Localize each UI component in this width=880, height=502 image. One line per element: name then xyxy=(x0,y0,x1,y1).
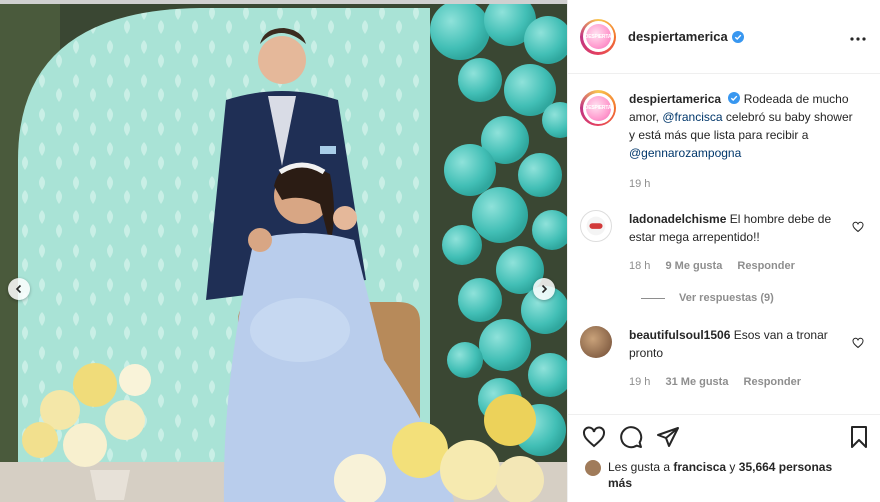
post-header: DESPIERTA despiertamerica xyxy=(568,0,880,74)
mention-gennarozampogna[interactable]: @gennarozampogna xyxy=(629,146,741,160)
avatar-image-icon xyxy=(586,216,606,236)
reply-button[interactable]: Responder xyxy=(737,260,794,272)
more-options-button[interactable] xyxy=(850,28,866,46)
previous-image-button[interactable] xyxy=(8,278,30,300)
comment-username[interactable]: beautifulsoul1506 xyxy=(629,328,730,342)
next-image-button[interactable] xyxy=(533,278,555,300)
chevron-left-icon xyxy=(15,284,22,294)
caption-text: despiertamerica Rodeada de mucho amor, @… xyxy=(629,90,861,162)
mention-francisca[interactable]: @francisca xyxy=(662,110,722,124)
post-side-panel: DESPIERTA despiertamerica DESPIERTA desp… xyxy=(567,0,880,502)
avatar-logo-text: DESPIERTA xyxy=(584,33,612,40)
comment-icon[interactable] xyxy=(619,425,643,449)
caption-username[interactable]: despiertamerica xyxy=(629,92,721,106)
account-username[interactable]: despiertamerica xyxy=(628,29,728,44)
comment-text: ladonadelchisme El hombre debe de estar … xyxy=(629,210,849,246)
heart-icon[interactable] xyxy=(852,337,864,349)
view-replies-button[interactable]: Ver respuestas (9) xyxy=(641,292,774,304)
post-actions-area: Les gusta a francisca y 35,664 personas … xyxy=(568,414,880,502)
commenter-avatar[interactable] xyxy=(580,210,612,242)
comment-likes[interactable]: 9 Me gusta xyxy=(665,260,722,272)
comment-text: beautifulsoul1506 Esos van a tronar pron… xyxy=(629,326,849,362)
verified-icon xyxy=(728,92,741,104)
liker-avatar[interactable] xyxy=(584,459,602,477)
account-avatar[interactable]: DESPIERTA xyxy=(580,18,616,55)
comment-username[interactable]: ladonadelchisme xyxy=(629,212,726,226)
view-replies-label: Ver respuestas (9) xyxy=(679,292,774,304)
comment-time[interactable]: 19 h xyxy=(629,376,650,388)
likes-prefix: Les gusta a xyxy=(608,460,674,474)
comment-meta: 18 h 9 Me gusta Responder xyxy=(629,260,807,272)
comment-meta: 19 h 31 Me gusta Responder xyxy=(629,376,813,388)
verified-icon xyxy=(731,30,744,43)
bookmark-icon[interactable] xyxy=(847,425,871,449)
share-icon[interactable] xyxy=(656,425,680,449)
caption-avatar-text: DESPIERTA xyxy=(584,105,612,111)
post-photo[interactable] xyxy=(0,0,567,502)
post-actions xyxy=(582,425,680,449)
comments-list[interactable]: DESPIERTA despiertamerica Rodeada de muc… xyxy=(568,74,880,414)
heart-icon[interactable] xyxy=(582,425,606,449)
commenter-avatar[interactable] xyxy=(580,326,612,358)
caption-avatar[interactable]: DESPIERTA xyxy=(580,90,616,126)
caption-time[interactable]: 19 h xyxy=(629,178,650,190)
likes-middle: y xyxy=(726,460,739,474)
likes-text: Les gusta a francisca y 35,664 personas … xyxy=(608,459,858,491)
chevron-right-icon xyxy=(541,284,548,294)
liker-username[interactable]: francisca xyxy=(673,460,726,474)
reply-button[interactable]: Responder xyxy=(744,376,801,388)
comment-time[interactable]: 18 h xyxy=(629,260,650,272)
baby-shower-photo xyxy=(0,0,567,502)
more-icon xyxy=(850,36,866,41)
comment-likes[interactable]: 31 Me gusta xyxy=(665,376,728,388)
replies-divider xyxy=(641,297,665,299)
heart-icon[interactable] xyxy=(852,221,864,233)
caption-meta: 19 h xyxy=(629,178,662,190)
